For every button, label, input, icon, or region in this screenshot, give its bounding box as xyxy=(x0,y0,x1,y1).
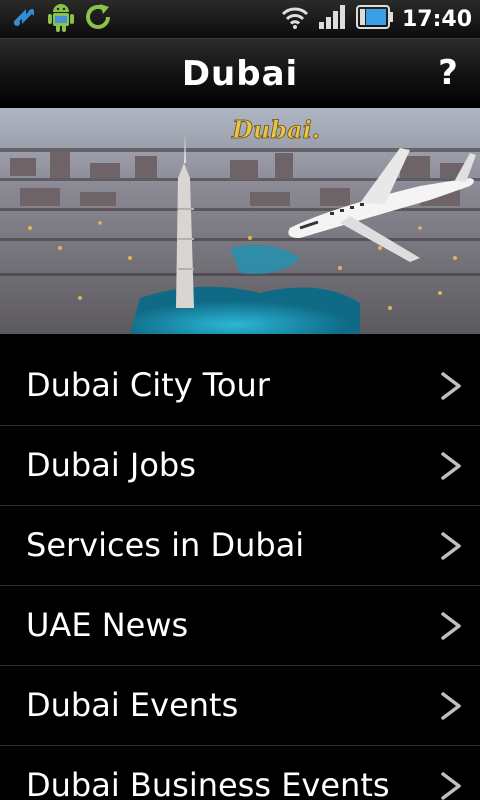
chevron-right-icon xyxy=(436,346,466,425)
menu-list: Dubai City Tour Dubai Jobs Services in D… xyxy=(0,346,480,800)
dubai-banner-image: Dubai. xyxy=(0,108,480,334)
app-screen: 17:40 Dubai ? Dubai. Dubai City Tour Dub… xyxy=(0,0,480,800)
menu-item-uae-news[interactable]: UAE News xyxy=(0,586,480,666)
help-button[interactable]: ? xyxy=(434,53,462,93)
menu-item-dubai-jobs[interactable]: Dubai Jobs xyxy=(0,426,480,506)
system-indicators: 17:40 xyxy=(280,0,472,38)
status-bar: 17:40 xyxy=(0,0,480,38)
menu-item-label: Dubai Business Events xyxy=(26,766,390,800)
chevron-right-icon xyxy=(436,666,466,745)
sync-icon xyxy=(82,1,114,37)
chevron-right-icon xyxy=(436,586,466,665)
title-bar: Dubai ? xyxy=(0,38,480,109)
menu-item-label: Dubai Events xyxy=(26,686,239,724)
menu-item-label: Services in Dubai xyxy=(26,526,305,564)
banner-caption: Dubai. xyxy=(231,115,320,144)
menu-item-services-in-dubai[interactable]: Services in Dubai xyxy=(0,506,480,586)
page-title: Dubai xyxy=(181,54,299,94)
menu-item-label: Dubai Jobs xyxy=(26,446,196,484)
wifi-icon xyxy=(280,4,310,34)
notification-icons xyxy=(0,0,114,38)
menu-item-dubai-events[interactable]: Dubai Events xyxy=(0,666,480,746)
android-icon xyxy=(46,0,76,38)
menu-item-label: Dubai City Tour xyxy=(26,366,270,404)
menu-item-dubai-city-tour[interactable]: Dubai City Tour xyxy=(0,346,480,426)
chevron-right-icon xyxy=(436,426,466,505)
menu-item-label: UAE News xyxy=(26,606,189,644)
battery-icon xyxy=(355,4,394,34)
chevron-right-icon xyxy=(436,506,466,585)
signal-icon xyxy=(318,4,348,34)
menu-item-dubai-business-events[interactable]: Dubai Business Events xyxy=(0,746,480,800)
usb-debug-icon xyxy=(10,2,40,36)
status-clock: 17:40 xyxy=(401,6,472,32)
chevron-right-icon xyxy=(436,746,466,800)
